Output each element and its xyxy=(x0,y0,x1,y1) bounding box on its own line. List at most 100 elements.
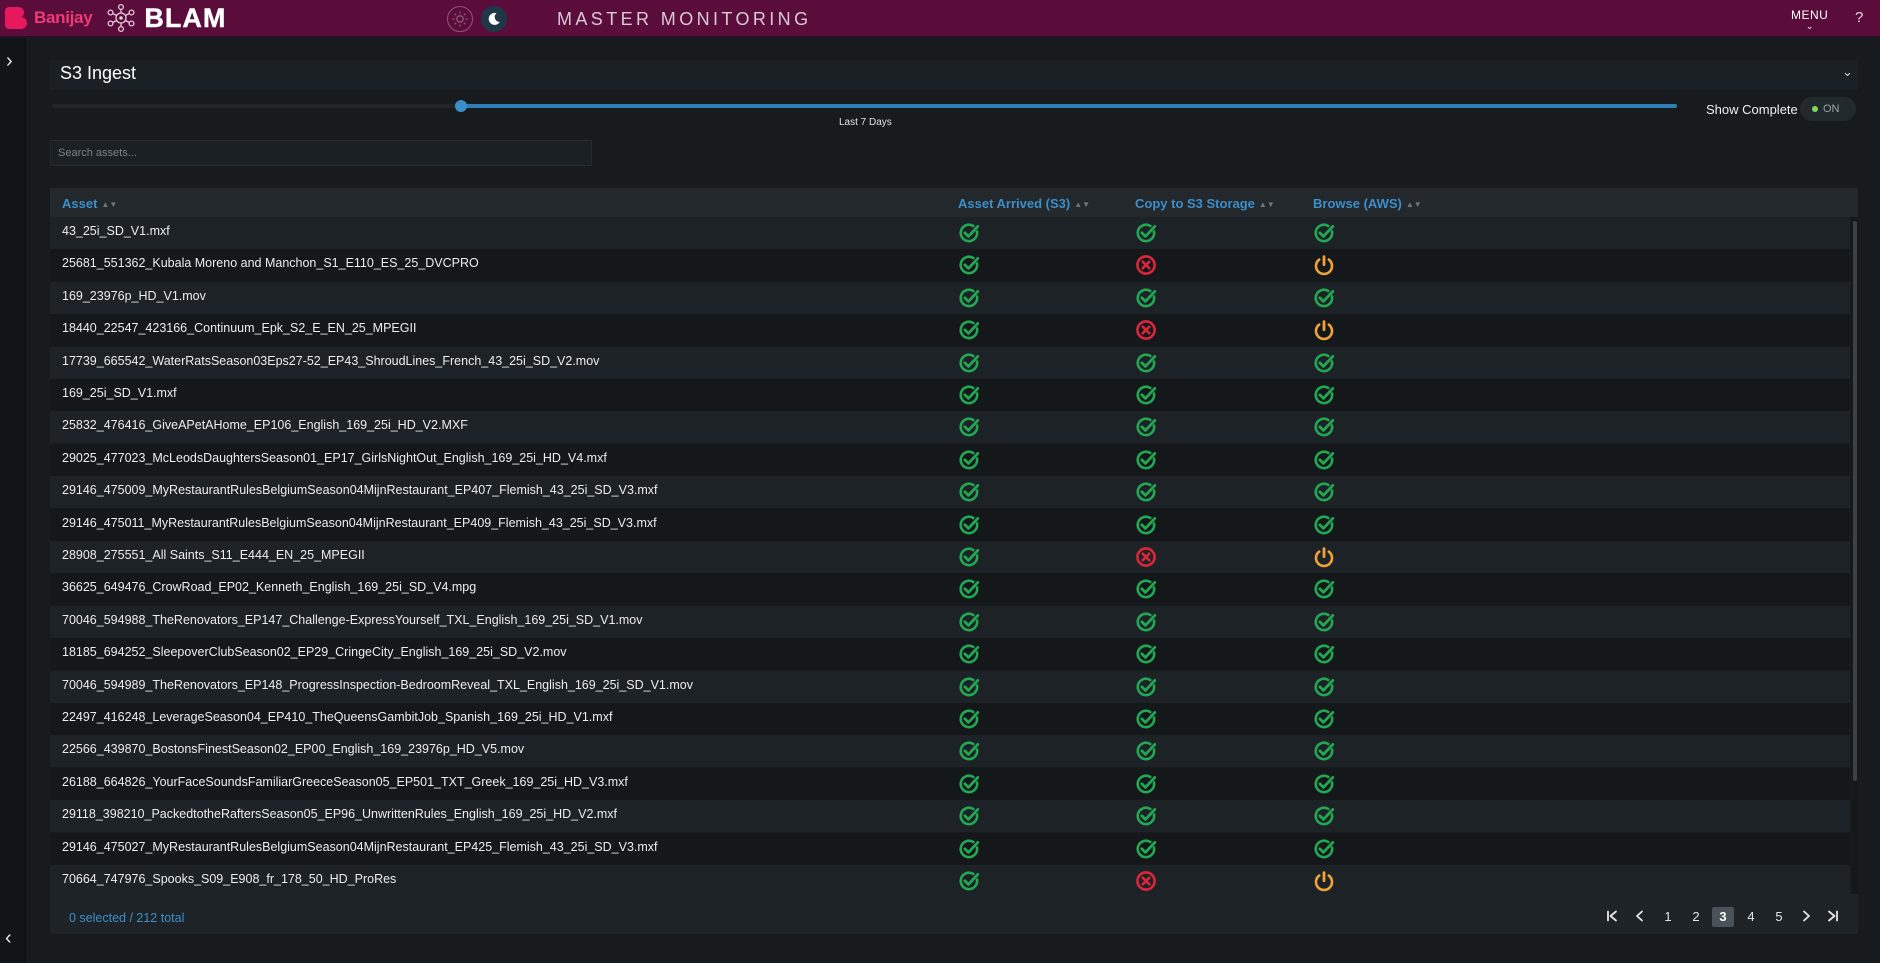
asset-name: 28908_275551_All Saints_S11_E444_EN_25_M… xyxy=(62,548,365,562)
asset-name: 22497_416248_LeverageSeason04_EP410_TheQ… xyxy=(62,710,613,724)
table-row[interactable]: 25681_551362_Kubala Moreno and Manchon_S… xyxy=(50,249,1850,282)
search-input[interactable] xyxy=(50,140,592,166)
table-scrollbar-thumb[interactable] xyxy=(1853,221,1857,781)
table-row[interactable]: 29025_477023_McLeodsDaughtersSeason01_EP… xyxy=(50,443,1850,476)
check-circle-icon xyxy=(959,515,980,535)
menu-button[interactable]: MENU ⌄ xyxy=(1791,8,1829,31)
show-complete-toggle[interactable]: ON xyxy=(1800,97,1856,121)
table-row[interactable]: 36625_649476_CrowRoad_EP02_Kenneth_Engli… xyxy=(50,573,1850,606)
x-circle-icon xyxy=(1136,320,1156,341)
check-circle-icon xyxy=(1314,353,1335,373)
collapse-sidebar-icon[interactable]: ‹ xyxy=(5,927,12,950)
asset-name: 29146_475009_MyRestaurantRulesBelgiumSea… xyxy=(62,483,658,498)
page-title: MASTER MONITORING xyxy=(557,9,812,29)
date-range-slider-handle[interactable] xyxy=(455,100,467,112)
asset-name: 29118_398210_PackedtotheRaftersSeason05_… xyxy=(62,807,618,822)
toggle-label: ON xyxy=(1823,103,1840,115)
page-button-1[interactable]: 1 xyxy=(1657,907,1679,927)
page-button-2[interactable]: 2 xyxy=(1685,907,1707,927)
asset-name: 43_25i_SD_V1.mxf xyxy=(62,224,170,238)
assets-table: Asset ▲▼ Asset Arrived (S3) ▲▼ Copy to S3 … xyxy=(50,188,1858,894)
light-mode-button[interactable] xyxy=(447,6,473,32)
column-header-asset-arrived[interactable]: Asset Arrived (S3) ▲▼ xyxy=(958,196,1090,211)
asset-name: 25681_551362_Kubala Moreno and Manchon_S… xyxy=(62,256,479,271)
check-circle-icon xyxy=(1136,839,1157,859)
next-page-icon[interactable] xyxy=(1797,907,1815,927)
expand-sidebar-icon[interactable]: › xyxy=(6,50,13,73)
check-circle-icon xyxy=(959,255,980,275)
table-row[interactable]: 17739_665542_WaterRatsSeason03Eps27-52_E… xyxy=(50,346,1850,379)
check-circle-icon xyxy=(1136,612,1157,632)
check-circle-icon xyxy=(1136,223,1157,243)
chevron-down-icon[interactable]: ⌄ xyxy=(1842,64,1853,80)
check-circle-icon xyxy=(1314,709,1335,729)
page-button-4[interactable]: 4 xyxy=(1740,907,1762,927)
check-circle-icon xyxy=(959,320,980,340)
table-row[interactable]: 22497_416248_LeverageSeason04_EP410_TheQ… xyxy=(50,703,1850,735)
table-row[interactable]: 22566_439870_BostonsFinestSeason02_EP00_… xyxy=(50,735,1850,768)
asset-name: 26188_664826_YourFaceSoundsFamiliarGreec… xyxy=(62,774,628,789)
date-range-label: Last 7 Days xyxy=(839,117,892,128)
power-icon xyxy=(1314,547,1334,568)
check-circle-icon xyxy=(1314,806,1335,826)
help-icon[interactable]: ? xyxy=(1855,9,1863,26)
panel-header[interactable] xyxy=(50,60,1858,90)
table-row[interactable]: 29146_475011_MyRestaurantRulesBelgiumSea… xyxy=(50,508,1850,541)
table-row[interactable]: 29118_398210_PackedtotheRaftersSeason05_… xyxy=(50,800,1850,833)
top-bar: Banijay BLAM MASTER MONITORING MENU ⌄ ? xyxy=(0,0,1880,37)
column-header-copy-to-s3[interactable]: Copy to S3 Storage ▲▼ xyxy=(1135,196,1275,211)
check-circle-icon xyxy=(1136,385,1157,405)
x-circle-icon xyxy=(1136,255,1156,276)
last-page-icon[interactable] xyxy=(1824,907,1842,927)
asset-name: 18185_694252_SleepoverClubSeason02_EP29_… xyxy=(62,645,567,660)
check-circle-icon xyxy=(1314,385,1335,405)
check-circle-icon xyxy=(1314,450,1335,470)
page-button-5[interactable]: 5 xyxy=(1768,907,1790,927)
sort-icon: ▲▼ xyxy=(1405,200,1422,209)
check-circle-icon xyxy=(959,741,980,761)
menu-label: MENU xyxy=(1791,8,1829,22)
check-circle-icon xyxy=(1314,612,1335,632)
asset-name: 70046_594988_TheRenovators_EP147_Challen… xyxy=(62,612,643,627)
check-circle-icon xyxy=(959,547,980,567)
check-circle-icon xyxy=(1314,774,1335,794)
check-circle-icon xyxy=(1136,709,1157,729)
chevron-down-icon: ⌄ xyxy=(1805,21,1814,31)
moon-icon xyxy=(488,12,500,25)
dark-mode-button[interactable] xyxy=(481,6,507,32)
table-body: 43_25i_SD_V1.mxf 25681_551362_Kubala More… xyxy=(50,217,1858,894)
table-row[interactable]: 70046_594988_TheRenovators_EP147_Challen… xyxy=(50,605,1850,638)
check-circle-icon xyxy=(959,482,980,502)
page-button-3[interactable]: 3 xyxy=(1712,907,1734,927)
panel-title: S3 Ingest xyxy=(60,63,137,83)
asset-name: 169_23976p_HD_V1.mov xyxy=(62,288,206,303)
column-header-browse-aws[interactable]: Browse (AWS) ▲▼ xyxy=(1313,196,1422,211)
table-row[interactable]: 43_25i_SD_V1.mxf xyxy=(50,217,1850,249)
column-header-asset[interactable]: Asset ▲▼ xyxy=(62,196,117,211)
check-circle-icon xyxy=(959,612,980,632)
check-circle-icon xyxy=(1136,482,1157,502)
table-row[interactable]: 18440_22547_423166_Continuum_Epk_S2_E_EN… xyxy=(50,314,1850,347)
check-circle-icon xyxy=(1314,741,1335,761)
check-circle-icon xyxy=(959,288,980,308)
table-row[interactable]: 26188_664826_YourFaceSoundsFamiliarGreec… xyxy=(50,767,1850,800)
table-row[interactable]: 29146_475027_MyRestaurantRulesBelgiumSea… xyxy=(50,832,1850,865)
table-row[interactable]: 169_25i_SD_V1.mxf xyxy=(50,379,1850,411)
power-icon xyxy=(1314,871,1334,892)
check-circle-icon xyxy=(959,450,980,470)
check-circle-icon xyxy=(959,644,980,664)
check-circle-icon xyxy=(1314,417,1335,437)
x-circle-icon xyxy=(1136,547,1156,567)
table-row[interactable]: 70046_594989_TheRenovators_EP148_Progres… xyxy=(50,670,1850,703)
first-page-icon[interactable] xyxy=(1603,907,1621,927)
check-circle-icon xyxy=(1136,288,1157,308)
table-row[interactable]: 25832_476416_GiveAPetAHome_EP106_English… xyxy=(50,411,1850,444)
table-row[interactable]: 18185_694252_SleepoverClubSeason02_EP29_… xyxy=(50,638,1850,671)
asset-name: 17739_665542_WaterRatsSeason03Eps27-52_E… xyxy=(62,353,600,368)
table-row[interactable]: 29146_475009_MyRestaurantRulesBelgiumSea… xyxy=(50,476,1850,509)
table-row[interactable]: 169_23976p_HD_V1.mov xyxy=(50,281,1850,314)
table-row[interactable]: 28908_275551_All Saints_S11_E444_EN_25_M… xyxy=(50,541,1850,573)
check-circle-icon xyxy=(959,806,980,826)
prev-page-icon[interactable] xyxy=(1631,907,1649,927)
table-row[interactable]: 70664_747976_Spooks_S09_E908_fr_178_50_H… xyxy=(50,865,1850,894)
